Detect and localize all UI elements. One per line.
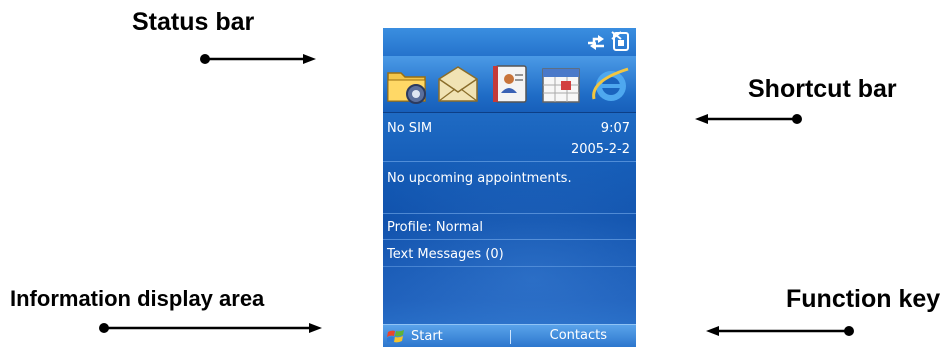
messaging-envelope-icon[interactable] xyxy=(435,61,481,107)
windows-flag-icon xyxy=(387,329,404,342)
status-bar-arrow xyxy=(200,54,316,64)
information-display-area-arrow xyxy=(99,323,322,333)
appointments-item[interactable]: No upcoming appointments. xyxy=(387,171,572,186)
settings-folder-icon[interactable] xyxy=(385,61,431,107)
carrier-status: No SIM xyxy=(387,121,433,136)
no-sim-icon xyxy=(611,31,629,51)
softkey-separator xyxy=(510,330,511,344)
profile-item[interactable]: Profile: Normal xyxy=(387,220,483,235)
divider xyxy=(383,239,636,240)
calendar-icon[interactable] xyxy=(538,61,584,107)
divider xyxy=(383,161,636,162)
clock-date: 2005-2-2 xyxy=(570,142,630,157)
text-messages-item[interactable]: Text Messages (0) xyxy=(387,247,504,262)
function-key-arrow xyxy=(706,326,854,336)
internet-explorer-icon[interactable] xyxy=(588,61,634,107)
connection-icon xyxy=(588,35,604,50)
divider xyxy=(383,213,636,214)
start-softkey-label: Start xyxy=(411,329,443,344)
divider xyxy=(383,266,636,267)
phone-home-screen: No SIM 9:07 2005-2-2 No upcoming appoint… xyxy=(383,28,636,347)
clock-time: 9:07 xyxy=(600,121,630,136)
status-bar xyxy=(383,28,636,56)
status-icons xyxy=(585,30,632,52)
softkey-bar: Start Contacts xyxy=(383,324,636,347)
start-softkey[interactable]: Start xyxy=(387,326,443,347)
contacts-card-icon[interactable] xyxy=(487,61,533,107)
shortcut-bar xyxy=(383,56,636,113)
contacts-softkey[interactable]: Contacts xyxy=(550,328,607,343)
shortcut-bar-arrow xyxy=(695,114,802,124)
